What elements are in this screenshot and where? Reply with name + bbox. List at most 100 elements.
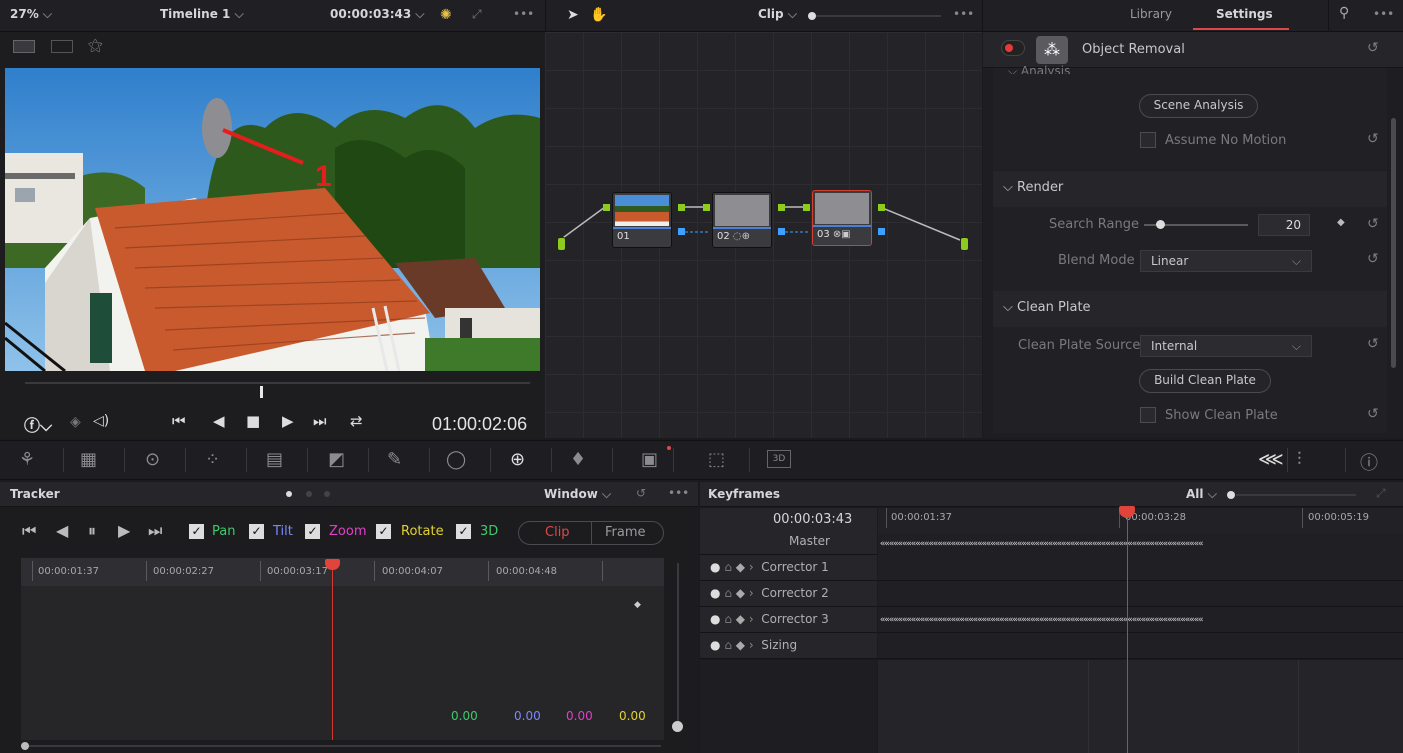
info-icon[interactable]: ⓘ (1360, 449, 1378, 475)
single-viewer-icon[interactable] (13, 40, 35, 53)
tracker-scroll-knob[interactable] (21, 742, 29, 750)
window-mode-dropdown[interactable]: Window ⌵ (544, 487, 611, 502)
tracker-ruler[interactable] (21, 558, 664, 586)
analysis-section-header[interactable]: ⌵ Analysis (1008, 64, 1070, 74)
kf-track-corrector-2[interactable] (878, 581, 1403, 607)
timecode-dropdown[interactable]: 00:00:03:43 ⌵ (330, 7, 425, 22)
viewer-scrubber[interactable] (25, 382, 530, 384)
reset-icon[interactable]: ↺ (1367, 216, 1379, 232)
node-input-port[interactable] (603, 204, 610, 211)
tilt-checkbox[interactable]: ✓ (249, 524, 264, 539)
kf-zoom-slider[interactable] (1236, 494, 1356, 496)
blur-icon[interactable]: ♦ (570, 449, 586, 470)
node-input-port[interactable] (703, 204, 710, 211)
keyframe-diamond-icon[interactable]: ◆ (1337, 217, 1345, 228)
reset-icon[interactable]: ↺ (1367, 131, 1379, 147)
blend-mode-dropdown[interactable]: Linear ⌵ (1140, 250, 1312, 272)
reset-icon[interactable]: ↺ (1367, 406, 1379, 422)
magic-wand-icon[interactable]: ⚝ (88, 36, 103, 54)
scene-analysis-button[interactable]: Scene Analysis (1139, 94, 1258, 118)
tab-settings[interactable]: Settings (1216, 7, 1273, 21)
show-clean-plate-checkbox[interactable] (1140, 407, 1156, 423)
zoom-slider-track[interactable] (816, 15, 941, 17)
camera-raw-icon[interactable]: ⚘ (19, 449, 35, 470)
pan-checkbox[interactable]: ✓ (189, 524, 204, 539)
rotate-checkbox[interactable]: ✓ (376, 524, 391, 539)
kf-row-sizing[interactable]: ● ⌂ ◆ › Sizing (700, 633, 877, 659)
play-icon[interactable]: ▶ (282, 412, 294, 430)
tracker-playhead[interactable] (332, 566, 333, 740)
track-forward-icon[interactable]: ▶ (118, 521, 130, 540)
pause-icon[interactable]: ⏸ (88, 521, 96, 541)
track-reverse-icon[interactable]: ◀ (56, 521, 68, 540)
node-key-port[interactable] (778, 228, 785, 235)
kf-row-corrector-2[interactable]: ● ⌂ ◆ › Corrector 2 (700, 581, 877, 607)
kf-row-master[interactable]: Master (700, 529, 877, 555)
node-key-port[interactable] (678, 228, 685, 235)
pointer-icon[interactable]: ➤ (567, 7, 579, 23)
tracker-icon[interactable]: ⊕ (510, 449, 525, 470)
reset-icon[interactable]: ↺ (1367, 251, 1379, 267)
node-key-port[interactable] (878, 228, 885, 235)
fx-icon[interactable]: ⓕ⌵ (24, 412, 52, 436)
clip-mode-button[interactable]: Clip (545, 525, 570, 540)
effect-enable-toggle[interactable] (1001, 40, 1025, 56)
page-dot-active[interactable] (286, 491, 292, 497)
track-forward-end-icon[interactable]: ⏭ (148, 521, 162, 541)
tracker-zoom-slider[interactable] (677, 563, 679, 723)
motion-effects-icon[interactable]: ◩ (328, 449, 345, 470)
page-dot[interactable] (306, 491, 312, 497)
output-port[interactable] (960, 237, 969, 251)
tracker-scrollbar[interactable] (21, 745, 661, 747)
more-options-icon[interactable]: ••• (513, 7, 534, 21)
keyframes-icon[interactable]: ⋘ (1258, 449, 1284, 470)
color-match-icon[interactable]: ▦ (80, 449, 97, 470)
frame-mode-button[interactable]: Frame (605, 525, 646, 540)
zoom-dropdown[interactable]: 27% ⌵ (10, 7, 52, 22)
scopes-icon[interactable]: ⫶ (1297, 449, 1302, 470)
kf-track-corrector-1[interactable] (878, 555, 1403, 581)
keyframes-filter-dropdown[interactable]: All ⌵ (1186, 487, 1217, 502)
loop-icon[interactable]: ⇄ (350, 412, 363, 430)
reset-icon[interactable]: ↺ (1367, 336, 1379, 352)
kf-keyframes-corrector-3[interactable]: ««««««««««««««««««««««««««««««««««««««««… (880, 615, 1388, 625)
clip-dropdown[interactable]: Clip ⌵ (758, 7, 797, 22)
expand-icon[interactable]: ⤢ (1376, 486, 1386, 501)
node-output-port[interactable] (778, 204, 785, 211)
stop-icon[interactable]: ■ (246, 412, 260, 430)
play-reverse-icon[interactable]: ◀ (213, 412, 225, 430)
input-port[interactable] (557, 237, 566, 251)
expand-icon[interactable]: ⤢ (472, 7, 482, 22)
kf-row-corrector-3[interactable]: ● ⌂ ◆ › Corrector 3 (700, 607, 877, 633)
window-icon[interactable]: ◯ (446, 449, 466, 470)
node-03[interactable]: 03 ⊗▣ (812, 190, 872, 246)
color-wheels-icon[interactable]: ⊙ (145, 449, 160, 470)
gallery-icon[interactable] (51, 40, 73, 53)
scrubber-handle[interactable] (260, 386, 263, 398)
reset-icon[interactable]: ↺ (636, 486, 646, 500)
zoom-slider-knob[interactable] (808, 12, 816, 20)
kf-zoom-knob[interactable] (1227, 491, 1235, 499)
search-icon[interactable]: ⚲ (1339, 5, 1349, 21)
color-wheel-icon[interactable]: ✺ (440, 7, 452, 23)
3d-checkbox[interactable]: ✓ (456, 524, 471, 539)
hand-icon[interactable]: ✋ (590, 7, 607, 23)
layers-icon[interactable]: ◈ (70, 414, 81, 430)
build-clean-plate-button[interactable]: Build Clean Plate (1139, 369, 1271, 393)
more-options-icon[interactable]: ••• (953, 7, 974, 21)
skip-end-icon[interactable]: ⏭ (313, 412, 327, 430)
search-range-input[interactable]: 20 (1258, 214, 1310, 236)
sizing-icon[interactable]: ⬚ (708, 449, 725, 470)
node-input-port[interactable] (803, 204, 810, 211)
skip-start-icon[interactable]: ⏮ (172, 412, 186, 430)
page-dot[interactable] (324, 491, 330, 497)
3d-icon[interactable]: 3D (767, 450, 791, 468)
zoom-checkbox[interactable]: ✓ (305, 524, 320, 539)
assume-no-motion-checkbox[interactable] (1140, 132, 1156, 148)
search-range-knob[interactable] (1155, 220, 1165, 229)
tab-library[interactable]: Library (1130, 7, 1172, 21)
key-icon[interactable]: ▣ (641, 449, 658, 470)
inspector-scrollbar[interactable] (1391, 118, 1396, 368)
qualifier-icon[interactable]: ✎ (387, 449, 402, 470)
timeline-dropdown[interactable]: Timeline 1 ⌵ (160, 7, 244, 22)
